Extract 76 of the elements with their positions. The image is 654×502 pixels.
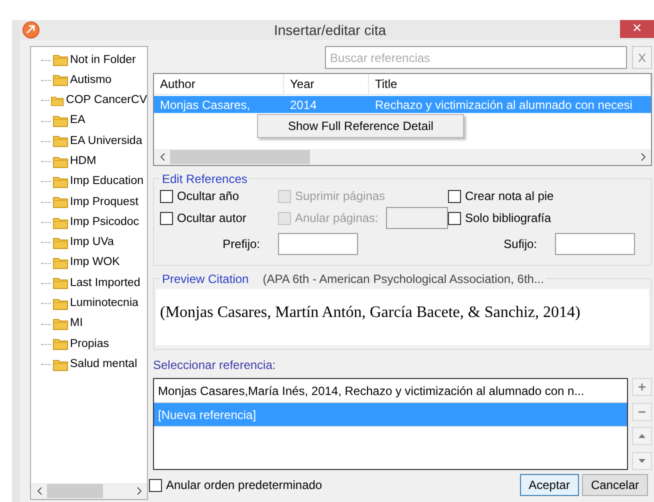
folder-item[interactable]: Not in Folder xyxy=(70,52,136,69)
move-up-button[interactable] xyxy=(632,427,652,446)
up-triangle-icon xyxy=(638,432,646,440)
add-button[interactable] xyxy=(632,378,652,396)
pages-field xyxy=(386,207,448,229)
search-field[interactable]: Buscar referencias xyxy=(325,46,627,69)
checkbox-label: Anular páginas: xyxy=(295,210,378,227)
checkbox-label: Solo bibliografía xyxy=(465,210,552,227)
select-reference-label: Seleccionar referencia: xyxy=(153,357,277,374)
folder-item[interactable]: EA xyxy=(70,112,86,130)
scroll-left-icon[interactable] xyxy=(36,487,42,495)
folder-icon xyxy=(53,115,68,128)
column-header[interactable]: Year xyxy=(284,74,369,94)
folder-item[interactable]: Last Imported xyxy=(70,274,140,292)
horizontal-scrollbar[interactable] xyxy=(154,149,651,165)
folder-icon xyxy=(53,176,68,188)
close-button[interactable]: × xyxy=(620,20,654,38)
checkbox-label: Suprimir páginas xyxy=(295,188,386,205)
checkbox[interactable] xyxy=(448,212,461,224)
folder-item[interactable]: MI xyxy=(70,315,83,333)
scroll-right-icon[interactable] xyxy=(640,153,646,161)
menu-item[interactable]: Show Full Reference Detail xyxy=(288,117,434,135)
folder-item[interactable]: Salud mental xyxy=(70,356,138,374)
folder-item[interactable]: Imp Psicodoc xyxy=(70,214,140,232)
suffix-field[interactable] xyxy=(555,233,635,255)
plus-icon xyxy=(638,383,646,391)
folder-icon xyxy=(53,156,68,168)
checkbox-label: Crear nota al pie xyxy=(465,188,554,205)
folder-icon xyxy=(53,318,68,330)
checkbox[interactable] xyxy=(448,190,461,202)
citation-style: (APA 6th - American Psychological Association, 6th... xyxy=(262,271,544,288)
folder-icon xyxy=(51,94,64,107)
folder-icon xyxy=(53,54,68,66)
folder-item[interactable]: Autismo xyxy=(70,72,112,90)
folder-item[interactable]: Luminotecnia xyxy=(70,295,138,312)
checkbox[interactable] xyxy=(149,478,162,492)
move-down-button[interactable] xyxy=(632,452,652,470)
group-legend: Edit References xyxy=(162,170,248,188)
checkbox[interactable] xyxy=(160,190,173,202)
folder-item[interactable]: Imp WOK xyxy=(70,254,120,272)
folder-icon xyxy=(53,135,68,148)
column-header[interactable]: Author xyxy=(154,74,284,94)
checkbox[interactable] xyxy=(160,212,173,224)
suffix-label: Sufijo: xyxy=(502,236,537,253)
folder-icon xyxy=(53,298,68,310)
folder-icon xyxy=(53,196,68,208)
window-title: Insertar/editar cita xyxy=(272,20,388,40)
scroll-left-icon[interactable] xyxy=(160,153,164,161)
group-legend: Preview Citation xyxy=(162,270,249,288)
folder-item[interactable]: EA Universida xyxy=(70,132,142,150)
down-triangle-icon xyxy=(638,456,646,465)
checkbox-label: Anular orden predeterminado xyxy=(166,477,322,494)
checkbox-label: Ocultar año xyxy=(177,188,240,205)
folder-item[interactable]: HDM xyxy=(70,153,96,170)
dialog-button[interactable]: Aceptar xyxy=(520,474,579,496)
folder-icon xyxy=(53,358,68,371)
folder-item[interactable]: COP CancerCV xyxy=(66,92,147,110)
folder-icon xyxy=(53,236,68,249)
prefix-label: Prefijo: xyxy=(222,236,260,253)
app-icon xyxy=(22,21,40,39)
horizontal-scrollbar[interactable] xyxy=(31,483,147,499)
folder-item[interactable]: Imp Education xyxy=(70,173,144,191)
folder-icon xyxy=(53,216,68,229)
folder-icon xyxy=(53,257,68,270)
column-header[interactable]: Title xyxy=(369,74,651,94)
folder-icon xyxy=(53,338,68,350)
checkbox-label: Ocultar autor xyxy=(177,210,246,227)
folder-item[interactable]: Imp Proquest xyxy=(70,194,138,211)
folder-item[interactable]: Propias xyxy=(70,336,109,353)
citation-preview: (Monjas Casares, Martín Antón, García Bacete, & Sanchiz, 2014) xyxy=(156,289,649,345)
dialog-button[interactable]: Cancelar xyxy=(582,474,648,496)
folder-icon xyxy=(53,74,68,86)
prefix-field[interactable] xyxy=(278,233,358,255)
folder-icon xyxy=(53,277,68,290)
folder-item[interactable]: Imp UVa xyxy=(70,234,114,252)
scroll-right-icon[interactable] xyxy=(136,487,142,495)
